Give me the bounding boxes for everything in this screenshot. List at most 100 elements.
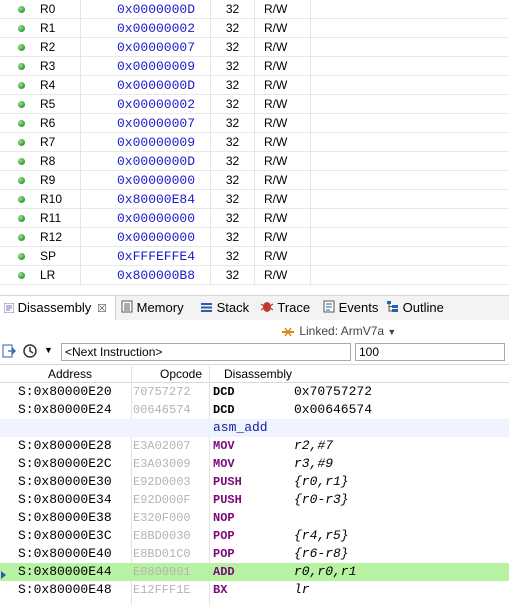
tab-memory[interactable]: Memory — [121, 296, 184, 320]
register-row[interactable]: R12 0x00000000 32 R/W — [0, 228, 509, 247]
register-row[interactable]: R8 0x0000000D 32 R/W — [0, 152, 509, 171]
tab-trace[interactable]: Trace — [260, 296, 310, 320]
register-status-icon — [18, 57, 30, 76]
register-value[interactable]: 0x00000000 — [80, 171, 210, 190]
register-name: R10 — [40, 192, 63, 206]
register-value[interactable]: 0x0000000D — [80, 0, 210, 19]
disassembly-listing: S:0x80000E20 70757272 DCD 0x70757272 S:0… — [0, 383, 509, 599]
instruction-opcode: E92D000F — [133, 493, 191, 507]
link-with-editor-icon[interactable] — [2, 344, 16, 362]
register-row[interactable]: R3 0x00000009 32 R/W — [0, 57, 509, 76]
register-status-icon — [18, 0, 30, 19]
instruction-operands: r3,#9 — [294, 456, 334, 471]
stack-icon — [200, 297, 213, 321]
instruction-address: S:0x80000E40 — [18, 546, 112, 561]
instruction-address: S:0x80000E28 — [18, 438, 112, 453]
register-value[interactable]: 0x00000009 — [80, 133, 210, 152]
register-value[interactable]: 0x00000000 — [80, 228, 210, 247]
disassembly-row[interactable]: S:0x80000E3C E8BD0030 POP {r4,r5} — [0, 527, 509, 545]
register-name: R6 — [40, 116, 56, 130]
tab-events-label: Events — [338, 300, 379, 315]
register-row[interactable]: LR 0x800000B8 32 R/W — [0, 266, 509, 285]
disassembly-row[interactable]: S:0x80000E2C E3A03009 MOV r3,#9 — [0, 455, 509, 473]
symbol-label-row[interactable]: asm_add — [0, 419, 509, 437]
tab-events[interactable]: Events — [323, 296, 378, 320]
disassembly-row[interactable]: S:0x80000E40 E8BD01C0 POP {r6-r8} — [0, 545, 509, 563]
register-row[interactable]: R9 0x00000000 32 R/W — [0, 171, 509, 190]
instruction-mnemonic: PUSH — [213, 493, 242, 507]
disassembly-row[interactable]: S:0x80000E38 E320F000 NOP — [0, 509, 509, 527]
instruction-mnemonic: BX — [213, 583, 228, 597]
address-input[interactable] — [61, 343, 351, 361]
register-value[interactable]: 0x00000009 — [80, 57, 210, 76]
instruction-opcode: E0800001 — [133, 565, 191, 579]
instruction-address: S:0x80000E34 — [18, 492, 112, 507]
disassembly-row[interactable]: S:0x80000E48 E12FFF1E BX lr — [0, 581, 509, 599]
register-row[interactable]: SP 0xFFFEFFE4 32 R/W — [0, 247, 509, 266]
lines-count-input[interactable] — [355, 343, 505, 361]
column-header-opcode[interactable]: Opcode — [160, 365, 202, 383]
register-access: R/W — [254, 266, 311, 285]
register-name: R8 — [40, 154, 56, 168]
register-value[interactable]: 0x800000B8 — [80, 266, 210, 285]
tab-stack[interactable]: Stack — [200, 296, 249, 320]
register-row[interactable]: R6 0x00000007 32 R/W — [0, 114, 509, 133]
register-name: R7 — [40, 135, 56, 149]
tab-outline[interactable]: Outline — [386, 296, 444, 320]
disassembly-row[interactable]: S:0x80000E24 00646574 DCD 0x00646574 — [0, 401, 509, 419]
register-row[interactable]: R2 0x00000007 32 R/W — [0, 38, 509, 57]
register-row[interactable]: R11 0x00000000 32 R/W — [0, 209, 509, 228]
instruction-operands: {r6-r8} — [294, 546, 349, 561]
register-value[interactable]: 0x0000000D — [80, 76, 210, 95]
register-status-icon — [18, 190, 30, 209]
tab-disassembly-label: Disassembly — [17, 300, 92, 315]
register-bits: 32 — [210, 133, 254, 152]
register-value[interactable]: 0x80000E84 — [80, 190, 210, 209]
linked-context-selector[interactable]: Linked: ArmV7a ▼ — [280, 321, 396, 341]
instruction-mnemonic: MOV — [213, 439, 235, 453]
register-access: R/W — [254, 76, 311, 95]
register-value[interactable]: 0x00000007 — [80, 114, 210, 133]
register-row[interactable]: R0 0x0000000D 32 R/W — [0, 0, 509, 19]
register-access: R/W — [254, 209, 311, 228]
register-access: R/W — [254, 171, 311, 190]
register-value[interactable]: 0x00000000 — [80, 209, 210, 228]
register-value[interactable]: 0xFFFEFFE4 — [80, 247, 210, 266]
history-dropdown-icon[interactable]: ▼ — [44, 345, 53, 355]
instruction-operands: 0x70757272 — [294, 384, 373, 399]
instruction-address: S:0x80000E48 — [18, 582, 112, 597]
register-bits: 32 — [210, 171, 254, 190]
column-header-address[interactable]: Address — [48, 365, 92, 383]
instruction-operands: {r0,r1} — [294, 474, 349, 489]
instruction-operands: 0x00646574 — [294, 402, 373, 417]
register-row[interactable]: R1 0x00000002 32 R/W — [0, 19, 509, 38]
tab-disassembly[interactable]: Disassembly ☒ — [0, 296, 116, 320]
register-value[interactable]: 0x0000000D — [80, 152, 210, 171]
register-value[interactable]: 0x00000002 — [80, 95, 210, 114]
register-bits: 32 — [210, 152, 254, 171]
register-status-icon — [18, 209, 30, 228]
disassembly-row[interactable]: S:0x80000E28 E3A02007 MOV r2,#7 — [0, 437, 509, 455]
disassembly-row[interactable]: S:0x80000E34 E92D000F PUSH {r0-r3} — [0, 491, 509, 509]
register-value[interactable]: 0x00000007 — [80, 38, 210, 57]
instruction-opcode: 70757272 — [133, 385, 191, 399]
register-name: R1 — [40, 21, 56, 35]
disassembly-row[interactable]: S:0x80000E20 70757272 DCD 0x70757272 — [0, 383, 509, 401]
close-icon[interactable]: ☒ — [97, 303, 107, 315]
register-bits: 32 — [210, 114, 254, 133]
register-access: R/W — [254, 190, 311, 209]
register-row[interactable]: R10 0x80000E84 32 R/W — [0, 190, 509, 209]
register-row[interactable]: R7 0x00000009 32 R/W — [0, 133, 509, 152]
register-status-icon — [18, 171, 30, 190]
register-row[interactable]: R5 0x00000002 32 R/W — [0, 95, 509, 114]
instruction-address: S:0x80000E44 — [18, 564, 112, 579]
current-instruction-row[interactable]: S:0x80000E44 E0800001 ADD r0,r0,r1 — [0, 563, 509, 581]
history-icon[interactable] — [22, 343, 38, 362]
instruction-mnemonic: DCD — [213, 385, 235, 399]
disassembly-row[interactable]: S:0x80000E30 E92D0003 PUSH {r0,r1} — [0, 473, 509, 491]
column-header-disassembly[interactable]: Disassembly — [224, 365, 292, 383]
register-row[interactable]: R4 0x0000000D 32 R/W — [0, 76, 509, 95]
register-value[interactable]: 0x00000002 — [80, 19, 210, 38]
disassembly-icon — [3, 297, 15, 321]
instruction-operands: {r4,r5} — [294, 528, 349, 543]
